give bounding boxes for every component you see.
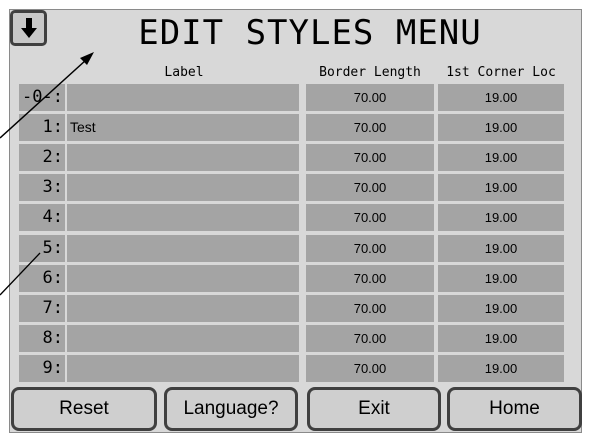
row-label-field[interactable]: [67, 204, 299, 231]
row-corner-loc-field[interactable]: 19.00: [438, 355, 564, 382]
row-border-length-field[interactable]: 70.00: [306, 295, 434, 322]
back-button[interactable]: [10, 10, 47, 46]
row-number: 9:: [19, 355, 65, 382]
row-label-field[interactable]: [67, 265, 299, 292]
row-label-field[interactable]: Test: [67, 114, 299, 141]
column-header-corner-loc: 1st Corner Loc: [446, 65, 556, 80]
row-number: 4:: [19, 204, 65, 231]
row-label-field[interactable]: [67, 84, 299, 111]
down-arrow-icon: [20, 18, 37, 38]
row-number: 1:: [19, 114, 65, 141]
row-border-length-field[interactable]: 70.00: [306, 235, 434, 262]
row-label-field[interactable]: [67, 144, 299, 171]
reset-button[interactable]: Reset: [11, 387, 157, 431]
row-corner-loc-field[interactable]: 19.00: [438, 174, 564, 201]
exit-button[interactable]: Exit: [307, 387, 441, 431]
row-number: -0-:: [19, 84, 65, 111]
row-number: 3:: [19, 174, 65, 201]
column-header-label: Label: [164, 65, 204, 80]
row-border-length-field[interactable]: 70.00: [306, 114, 434, 141]
row-corner-loc-field[interactable]: 19.00: [438, 204, 564, 231]
home-button[interactable]: Home: [447, 387, 582, 431]
language-button[interactable]: Language?: [164, 387, 298, 431]
row-corner-loc-field[interactable]: 19.00: [438, 325, 564, 352]
row-number: 8:: [19, 325, 65, 352]
page-title: EDIT STYLES MENU: [138, 13, 482, 53]
row-label-field[interactable]: [67, 295, 299, 322]
screen: EDIT STYLES MENU Label Border Length 1st…: [0, 0, 592, 435]
row-number: 7:: [19, 295, 65, 322]
row-label-field[interactable]: [67, 235, 299, 262]
row-label-field[interactable]: [67, 355, 299, 382]
row-label-field[interactable]: [67, 325, 299, 352]
row-border-length-field[interactable]: 70.00: [306, 325, 434, 352]
row-number: 6:: [19, 265, 65, 292]
row-number: 5:: [19, 235, 65, 262]
row-corner-loc-field[interactable]: 19.00: [438, 144, 564, 171]
row-border-length-field[interactable]: 70.00: [306, 144, 434, 171]
row-corner-loc-field[interactable]: 19.00: [438, 84, 564, 111]
row-border-length-field[interactable]: 70.00: [306, 174, 434, 201]
row-label-field[interactable]: [67, 174, 299, 201]
row-border-length-field[interactable]: 70.00: [306, 355, 434, 382]
row-corner-loc-field[interactable]: 19.00: [438, 265, 564, 292]
row-border-length-field[interactable]: 70.00: [306, 265, 434, 292]
row-border-length-field[interactable]: 70.00: [306, 84, 434, 111]
row-number: 2:: [19, 144, 65, 171]
row-corner-loc-field[interactable]: 19.00: [438, 235, 564, 262]
row-border-length-field[interactable]: 70.00: [306, 204, 434, 231]
row-corner-loc-field[interactable]: 19.00: [438, 295, 564, 322]
row-corner-loc-field[interactable]: 19.00: [438, 114, 564, 141]
column-header-border-length: Border Length: [319, 65, 421, 80]
